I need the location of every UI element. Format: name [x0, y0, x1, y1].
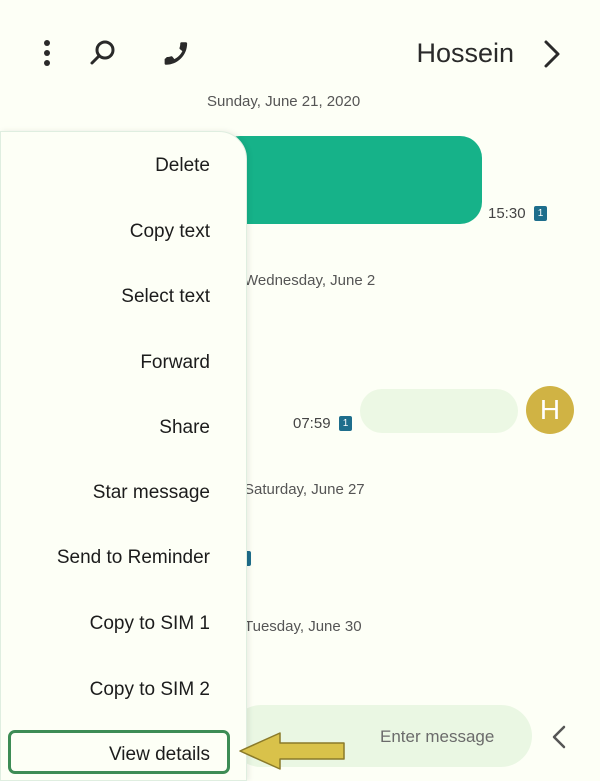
search-button[interactable] [88, 38, 118, 68]
arrow-left-icon [239, 732, 345, 770]
call-button[interactable] [160, 38, 190, 68]
menu-item-share[interactable]: Share [159, 417, 210, 439]
date-separator: Saturday, June 27 [244, 481, 365, 498]
sim-badge: 1 [534, 206, 547, 221]
menu-item-delete[interactable]: Delete [155, 155, 210, 177]
outgoing-message-bubble[interactable] [218, 136, 482, 224]
composer-expand-button[interactable] [548, 722, 572, 752]
back-arrow-icon [544, 40, 560, 68]
menu-item-view-details[interactable]: View details [109, 744, 210, 766]
menu-item-select-text[interactable]: Select text [121, 286, 210, 308]
annotation-arrow [236, 731, 348, 771]
menu-item-forward[interactable]: Forward [140, 352, 210, 374]
menu-item-copy-text[interactable]: Copy text [130, 221, 210, 243]
search-icon [90, 40, 115, 65]
date-separator: Tuesday, June 30 [244, 618, 362, 635]
chevron-left-icon [552, 725, 566, 749]
incoming-message-bubble[interactable] [360, 389, 518, 433]
message-time: 15:30 [488, 205, 526, 222]
conversation-title: Hossein [416, 38, 514, 68]
menu-item-star-message[interactable]: Star message [93, 482, 210, 504]
menu-item-copy-to-sim-2[interactable]: Copy to SIM 2 [90, 679, 210, 701]
menu-item-send-to-reminder[interactable]: Send to Reminder [57, 547, 210, 569]
date-separator: Wednesday, June 2 [244, 272, 376, 289]
more-options-button[interactable] [38, 38, 56, 68]
sim-badge: 1 [339, 416, 352, 431]
avatar[interactable]: H [526, 386, 574, 434]
more-vert-icon [44, 40, 50, 66]
message-input[interactable]: Enter message [380, 727, 494, 747]
date-separator: Sunday, June 21, 2020 [207, 93, 361, 110]
phone-icon [164, 42, 188, 65]
menu-item-copy-to-sim-1[interactable]: Copy to SIM 1 [90, 613, 210, 635]
back-button[interactable] [538, 38, 566, 70]
message-time: 07:59 [293, 415, 331, 432]
